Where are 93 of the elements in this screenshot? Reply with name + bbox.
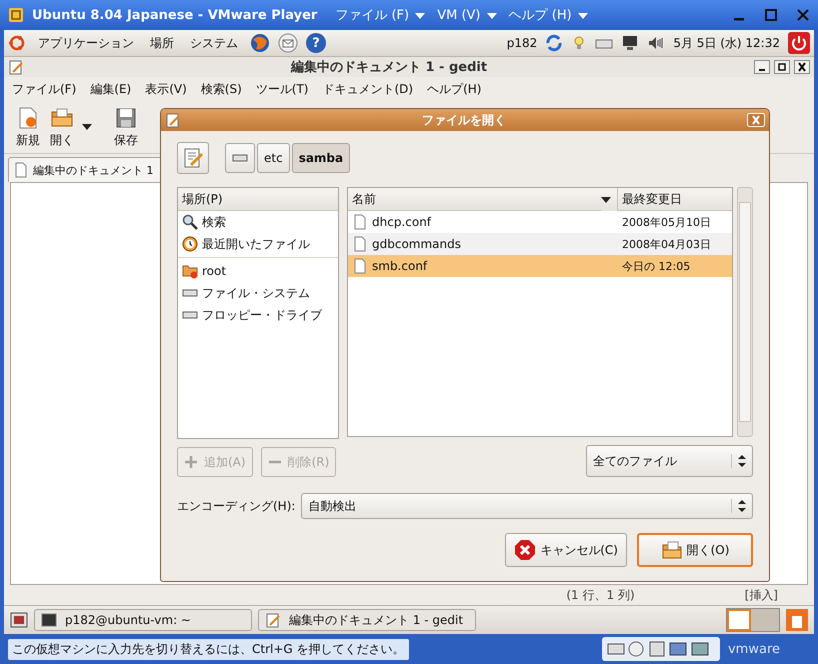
place-item[interactable]: 検索 bbox=[178, 211, 338, 233]
notepad-icon bbox=[8, 59, 24, 75]
column-header[interactable]: 場所(P) bbox=[178, 188, 338, 211]
workspace-switcher[interactable] bbox=[726, 608, 780, 632]
globe-icon[interactable] bbox=[250, 33, 270, 53]
place-item[interactable]: ファイル・システム bbox=[178, 282, 338, 304]
caret-icon bbox=[578, 13, 588, 19]
modified-date: 今日の 12:05 bbox=[622, 258, 692, 274]
folder-icon bbox=[182, 263, 198, 279]
menu-item[interactable]: 編集(E) bbox=[90, 80, 132, 98]
envelope-icon[interactable] bbox=[278, 33, 298, 53]
status-message: この仮想マシンに入力先を切り替えるには、Ctrl+G を押してください。 bbox=[8, 638, 409, 660]
drive-icon bbox=[182, 289, 198, 297]
path-button[interactable]: etc bbox=[257, 143, 290, 173]
ubuntu-logo-icon[interactable] bbox=[8, 34, 26, 52]
file-row[interactable]: smb.conf 今日の 12:05 bbox=[348, 255, 732, 277]
file-name: gdbcommands bbox=[372, 237, 462, 251]
device-icons-drawing[interactable] bbox=[602, 637, 720, 661]
cancel-icon bbox=[514, 539, 536, 561]
file-row[interactable]: dhcp.conf 2008年05月10日 bbox=[348, 211, 732, 233]
modified-date: 2008年04月03日 bbox=[622, 236, 712, 252]
menu-item[interactable]: ツール(T) bbox=[256, 80, 308, 98]
place-item[interactable]: フロッピー・ドライブ bbox=[178, 304, 338, 326]
monitor-icon[interactable] bbox=[621, 34, 640, 52]
dialog-title: ファイルを開く bbox=[421, 112, 507, 128]
type-location-button[interactable] bbox=[177, 142, 209, 174]
refresh-icon[interactable] bbox=[545, 34, 564, 52]
cursor-position: (1 行、1 列) bbox=[566, 586, 635, 604]
file-name: dhcp.conf bbox=[372, 215, 432, 229]
panel-menu[interactable]: アプリケーション bbox=[34, 34, 138, 52]
drive-path-button[interactable] bbox=[225, 143, 255, 173]
vmware-logo-icon bbox=[8, 7, 24, 23]
caret-icon bbox=[486, 12, 497, 18]
place-item[interactable]: 最近開いたファイル bbox=[178, 233, 338, 255]
window-title: Ubuntu 8.04 Japanese - VMware Player bbox=[32, 8, 318, 22]
minimize-icon[interactable] bbox=[754, 60, 770, 74]
file-filter-dropdown[interactable]: 全てのファイル bbox=[586, 445, 753, 477]
clock-icon bbox=[182, 236, 198, 252]
magnifier-icon bbox=[182, 214, 198, 230]
scrollbar[interactable] bbox=[737, 187, 753, 437]
notepad-icon bbox=[165, 112, 181, 128]
menu-item[interactable]: 検索(S) bbox=[200, 80, 242, 98]
encoding-label: エンコーディング(H): bbox=[177, 498, 296, 514]
drive-icon bbox=[232, 154, 248, 162]
open-button[interactable]: 開く(O) bbox=[637, 533, 753, 567]
document-icon bbox=[352, 214, 368, 230]
menu-item[interactable]: ドキュメント(D) bbox=[322, 80, 414, 98]
encoding-dropdown[interactable]: 自動検出 bbox=[301, 493, 753, 519]
panel-menu[interactable]: システム bbox=[186, 34, 242, 52]
place-item[interactable]: root bbox=[178, 260, 338, 282]
menu-item[interactable]: ファイル(F) bbox=[12, 80, 76, 98]
menu-item[interactable]: ヘルプ(H) bbox=[427, 80, 482, 98]
menu-item[interactable]: ヘルプ (H) bbox=[508, 6, 588, 24]
path-button[interactable]: samba bbox=[292, 143, 350, 173]
maximize-icon[interactable] bbox=[774, 60, 790, 74]
toolbar-button[interactable]: 開く bbox=[48, 106, 76, 148]
file-row[interactable]: gdbcommands 2008年04月03日 bbox=[348, 233, 732, 255]
insert-mode: [挿入] bbox=[744, 586, 778, 604]
power-icon[interactable] bbox=[788, 32, 810, 54]
pencil-document-icon bbox=[182, 147, 204, 169]
document-icon bbox=[352, 236, 368, 252]
menu-item[interactable]: ファイル (F) bbox=[335, 6, 426, 24]
taskbar-button[interactable]: 編集中のドキュメント 1 - gedit bbox=[258, 609, 476, 631]
toolbar-button[interactable]: 新規 bbox=[14, 106, 42, 148]
close-icon[interactable] bbox=[794, 60, 810, 74]
modified-date: 2008年05月10日 bbox=[622, 214, 712, 230]
drive-icon bbox=[182, 311, 198, 319]
caret-icon bbox=[415, 13, 426, 19]
document-icon bbox=[13, 162, 29, 178]
menu-item[interactable]: 表示(V) bbox=[145, 80, 187, 98]
window-title: 編集中のドキュメント 1 - gedit bbox=[290, 59, 488, 76]
panel-menu[interactable]: 場所 bbox=[146, 34, 178, 52]
column-header[interactable]: 最終変更日 bbox=[617, 188, 732, 211]
sort-arrow-icon[interactable] bbox=[601, 196, 611, 202]
trash-icon[interactable] bbox=[786, 609, 808, 631]
desktop-icon[interactable] bbox=[10, 611, 28, 629]
toolbar-button[interactable]: 保存 bbox=[112, 106, 140, 148]
notepad-icon bbox=[265, 612, 281, 628]
tab-label: 編集中のドキュメント 1 bbox=[33, 162, 154, 178]
cancel-button[interactable]: キャンセル(C) bbox=[505, 533, 627, 567]
document-icon bbox=[352, 258, 368, 274]
file-name: smb.conf bbox=[372, 259, 428, 273]
caret-icon[interactable] bbox=[82, 124, 92, 130]
menu-item[interactable]: VM (V) bbox=[437, 8, 497, 22]
spinner-arrows-icon bbox=[731, 454, 746, 468]
user-name: p182 bbox=[506, 36, 538, 50]
plus-icon bbox=[184, 455, 198, 469]
taskbar-button[interactable]: p182@ubuntu-vm: ~ bbox=[34, 609, 252, 631]
help-icon[interactable]: ? bbox=[306, 33, 326, 53]
clock[interactable]: 5月 5日 (水) 12:32 bbox=[673, 34, 780, 52]
spinner-arrows-icon bbox=[731, 499, 746, 513]
terminal-icon bbox=[41, 612, 57, 628]
vmware-logo: vmware bbox=[728, 642, 780, 656]
